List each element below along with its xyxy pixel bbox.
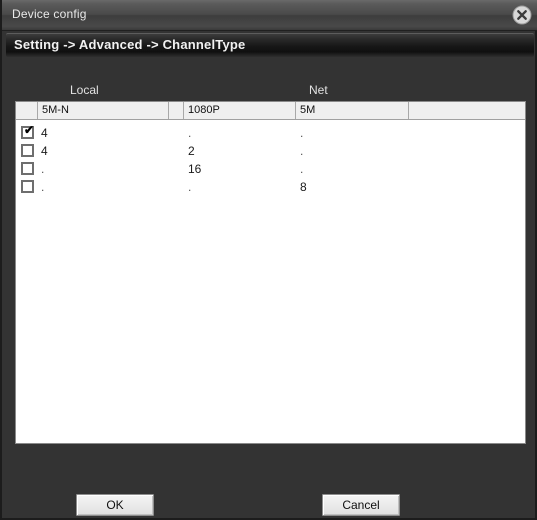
cell-1080p: 2 xyxy=(188,144,195,158)
table-header-cell-5m[interactable]: 5M xyxy=(296,102,409,119)
cell-5m-n: . xyxy=(41,180,45,194)
cell-5m-n: 4 xyxy=(41,144,48,158)
table-body: ✔ 4 . . 4 2 . . 16 . . . 8 xyxy=(16,120,525,443)
breadcrumb: Setting -> Advanced -> ChannelType xyxy=(6,33,534,57)
cell-5m: 8 xyxy=(300,180,307,194)
table-row[interactable]: ✔ 4 . . xyxy=(16,124,525,142)
table-header-cell-spacer[interactable] xyxy=(169,102,184,119)
channel-type-table: 5M-N 1080P 5M ✔ 4 . . 4 2 . . 16 . . . 8 xyxy=(15,101,526,444)
window-title: Device config xyxy=(12,7,87,21)
row-checkbox[interactable] xyxy=(21,144,34,157)
table-header-cell-5m-n[interactable]: 5M-N xyxy=(38,102,169,119)
row-checkbox[interactable] xyxy=(21,180,34,193)
close-icon[interactable] xyxy=(512,5,532,25)
cell-5m-n: 4 xyxy=(41,126,48,140)
cell-5m: . xyxy=(300,144,304,158)
ok-button[interactable]: OK xyxy=(76,494,154,516)
cell-1080p: . xyxy=(188,180,192,194)
group-label-local: Local xyxy=(70,83,99,97)
cell-5m-n: . xyxy=(41,162,45,176)
title-bar: Device config xyxy=(2,0,537,31)
table-header-row: 5M-N 1080P 5M xyxy=(16,102,525,120)
cancel-button[interactable]: Cancel xyxy=(322,494,400,516)
table-header-cell-checkbox[interactable] xyxy=(16,102,38,119)
table-header-cell-1080p[interactable]: 1080P xyxy=(184,102,296,119)
cell-1080p: . xyxy=(188,126,192,140)
table-row[interactable]: . . 8 xyxy=(16,178,525,196)
table-row[interactable]: 4 2 . xyxy=(16,142,525,160)
device-config-dialog: Device config Setting -> Advanced -> Cha… xyxy=(0,0,537,520)
breadcrumb-label: Setting -> Advanced -> ChannelType xyxy=(14,37,246,52)
cell-1080p: 16 xyxy=(188,162,202,176)
group-label-net: Net xyxy=(309,83,328,97)
cell-5m: . xyxy=(300,162,304,176)
table-header-cell-empty[interactable] xyxy=(409,102,525,119)
row-checkbox[interactable]: ✔ xyxy=(21,123,35,139)
cell-5m: . xyxy=(300,126,304,140)
table-row[interactable]: . 16 . xyxy=(16,160,525,178)
checkmark-icon: ✔ xyxy=(24,123,35,137)
row-checkbox[interactable] xyxy=(21,162,34,175)
